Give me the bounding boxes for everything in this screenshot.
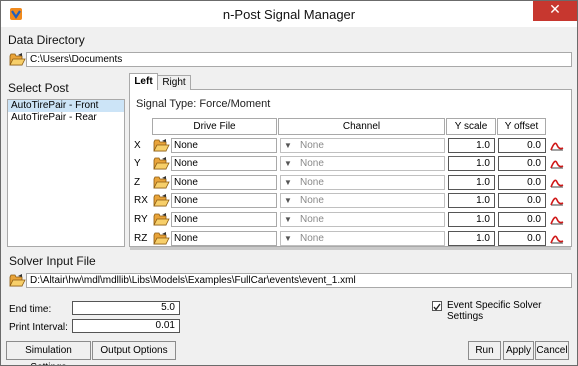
dropdown-arrow-icon: ▼ bbox=[284, 141, 292, 150]
list-item[interactable]: AutoTirePair - Front bbox=[8, 100, 124, 112]
solver-input-field[interactable]: D:\Altair\hw\mdl\mdllib\Libs\Models\Exam… bbox=[26, 273, 572, 288]
channel-select-z[interactable]: ▼ None bbox=[280, 175, 445, 190]
column-header-y-scale: Y scale bbox=[446, 118, 496, 135]
horizontal-scrollbar[interactable] bbox=[130, 247, 571, 250]
cancel-button[interactable]: Cancel bbox=[535, 341, 569, 360]
y-scale-y[interactable]: 1.0 bbox=[448, 156, 495, 171]
tab-right[interactable]: Right bbox=[157, 75, 191, 90]
solver-input-label: Solver Input File bbox=[9, 254, 96, 268]
drive-file-ry[interactable]: None bbox=[171, 212, 277, 227]
folder-icon[interactable] bbox=[153, 193, 170, 208]
y-offset-ry[interactable]: 0.0 bbox=[498, 212, 546, 227]
dropdown-arrow-icon: ▼ bbox=[284, 178, 292, 187]
y-offset-x[interactable]: 0.0 bbox=[498, 138, 546, 153]
drive-file-z[interactable]: None bbox=[171, 175, 277, 190]
drive-file-y[interactable]: None bbox=[171, 156, 277, 171]
channel-select-rz[interactable]: ▼ None bbox=[280, 231, 445, 246]
end-time-field[interactable]: 5.0 bbox=[72, 301, 180, 315]
row-label-y: Y bbox=[134, 158, 141, 169]
post-list[interactable]: AutoTirePair - Front AutoTirePair - Rear bbox=[7, 99, 125, 247]
channel-value: None bbox=[300, 177, 324, 188]
run-button[interactable]: Run bbox=[468, 341, 501, 360]
title-bar: n-Post Signal Manager ✕ bbox=[1, 1, 577, 27]
check-icon bbox=[433, 303, 441, 311]
channel-value: None bbox=[300, 214, 324, 225]
plot-icon[interactable] bbox=[550, 233, 564, 245]
dropdown-arrow-icon: ▼ bbox=[284, 215, 292, 224]
print-interval-field[interactable]: 0.01 bbox=[72, 319, 180, 333]
end-time-label: End time: bbox=[9, 304, 52, 315]
drive-file-x[interactable]: None bbox=[171, 138, 277, 153]
plot-icon[interactable] bbox=[550, 158, 564, 170]
close-button[interactable]: ✕ bbox=[533, 1, 577, 21]
data-directory-label: Data Directory bbox=[8, 33, 85, 47]
folder-icon[interactable] bbox=[9, 52, 26, 67]
dialog-window: n-Post Signal Manager ✕ Data Directory C… bbox=[0, 0, 578, 366]
channel-value: None bbox=[300, 233, 324, 244]
plot-icon[interactable] bbox=[550, 214, 564, 226]
select-post-label: Select Post bbox=[8, 81, 69, 95]
folder-icon[interactable] bbox=[153, 156, 170, 171]
dropdown-arrow-icon: ▼ bbox=[284, 196, 292, 205]
y-offset-rx[interactable]: 0.0 bbox=[498, 193, 546, 208]
channel-select-x[interactable]: ▼ None bbox=[280, 138, 445, 153]
drive-file-rx[interactable]: None bbox=[171, 193, 277, 208]
y-scale-rx[interactable]: 1.0 bbox=[448, 193, 495, 208]
data-directory-field[interactable]: C:\Users\Documents bbox=[26, 52, 572, 67]
dropdown-arrow-icon: ▼ bbox=[284, 234, 292, 243]
drive-file-rz[interactable]: None bbox=[171, 231, 277, 246]
folder-icon[interactable] bbox=[153, 175, 170, 190]
plot-icon[interactable] bbox=[550, 195, 564, 207]
y-offset-y[interactable]: 0.0 bbox=[498, 156, 546, 171]
y-scale-z[interactable]: 1.0 bbox=[448, 175, 495, 190]
plot-icon[interactable] bbox=[550, 177, 564, 189]
simulation-settings-button[interactable]: Simulation Settings bbox=[6, 341, 91, 365]
channel-value: None bbox=[300, 158, 324, 169]
folder-icon[interactable] bbox=[153, 231, 170, 246]
output-options-button[interactable]: Output Options bbox=[92, 341, 176, 360]
row-label-x: X bbox=[134, 140, 141, 151]
event-specific-checkbox[interactable] bbox=[432, 301, 442, 311]
channel-select-y[interactable]: ▼ None bbox=[280, 156, 445, 171]
y-scale-rz[interactable]: 1.0 bbox=[448, 231, 495, 246]
channel-select-ry[interactable]: ▼ None bbox=[280, 212, 445, 227]
list-item[interactable]: AutoTirePair - Rear bbox=[8, 112, 124, 124]
print-interval-label: Print Interval: bbox=[9, 322, 68, 333]
row-label-rx: RX bbox=[134, 195, 148, 206]
y-offset-rz[interactable]: 0.0 bbox=[498, 231, 546, 246]
channel-value: None bbox=[300, 140, 324, 151]
dropdown-arrow-icon: ▼ bbox=[284, 159, 292, 168]
y-offset-z[interactable]: 0.0 bbox=[498, 175, 546, 190]
row-label-rz: RZ bbox=[134, 233, 148, 244]
window-title: n-Post Signal Manager bbox=[222, 7, 356, 22]
folder-icon[interactable] bbox=[9, 273, 26, 288]
event-specific-label: Event Specific Solver Settings bbox=[447, 300, 542, 322]
channel-select-rx[interactable]: ▼ None bbox=[280, 193, 445, 208]
apply-button[interactable]: Apply bbox=[503, 341, 534, 360]
signal-type-label: Signal Type: Force/Moment bbox=[136, 98, 271, 110]
column-header-drive-file: Drive File bbox=[152, 118, 277, 135]
tab-left[interactable]: Left bbox=[129, 73, 158, 90]
folder-icon[interactable] bbox=[153, 138, 170, 153]
channel-value: None bbox=[300, 195, 324, 206]
column-header-y-offset: Y offset bbox=[497, 118, 546, 135]
folder-icon[interactable] bbox=[153, 212, 170, 227]
column-header-channel: Channel bbox=[278, 118, 445, 135]
y-scale-x[interactable]: 1.0 bbox=[448, 138, 495, 153]
row-label-ry: RY bbox=[134, 214, 148, 225]
y-scale-ry[interactable]: 1.0 bbox=[448, 212, 495, 227]
row-label-z: Z bbox=[134, 177, 141, 188]
plot-icon[interactable] bbox=[550, 140, 564, 152]
